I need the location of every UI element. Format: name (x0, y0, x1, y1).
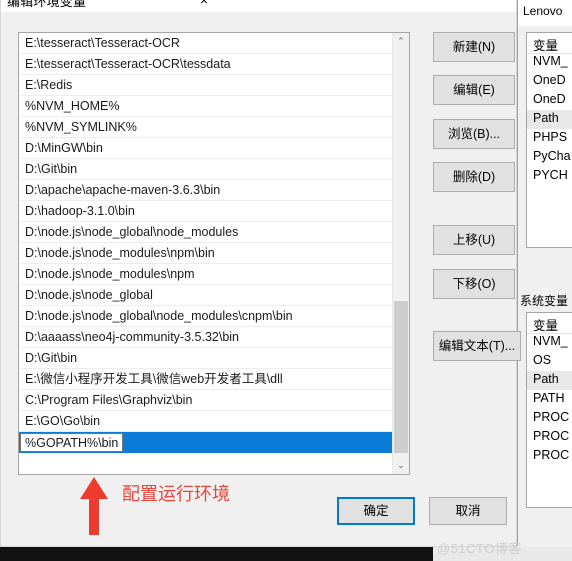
edit-button[interactable]: 编辑(E) (433, 75, 515, 105)
variable-name: PYCH (533, 168, 568, 182)
variable-name: Path (533, 111, 559, 125)
variable-name: NVM_ (533, 334, 568, 348)
list-item[interactable]: C:\Program Files\Graphviz\bin (19, 390, 393, 411)
move-up-button[interactable]: 上移(U) (433, 225, 515, 255)
list-item[interactable]: D:\Git\bin (19, 348, 393, 369)
list-item[interactable]: %NVM_HOME% (19, 96, 393, 117)
list-item[interactable]: E:\tesseract\Tesseract-OCR (19, 33, 393, 54)
variable-name: PHPS (533, 130, 568, 144)
variable-row[interactable]: PyCha (527, 148, 572, 167)
list-item[interactable]: D:\MinGW\bin (19, 138, 393, 159)
list-item[interactable]: D:\apache\apache-maven-3.6.3\bin (19, 180, 393, 201)
bottom-black-bar (0, 547, 433, 561)
variable-row[interactable]: PHPS (527, 129, 572, 148)
variable-row[interactable]: PROC (527, 428, 572, 447)
list-item[interactable]: D:\node.js\node_global\node_modules\cnpm… (19, 306, 393, 327)
variable-row[interactable]: NVM_ (527, 333, 572, 352)
variable-row[interactable]: Path (527, 110, 572, 129)
list-item[interactable]: D:\Git\bin (19, 159, 393, 180)
background-window-title: Lenovo (523, 4, 563, 18)
list-item[interactable]: %NVM_SYMLINK% (19, 117, 393, 138)
variable-name: OS (533, 353, 552, 367)
ok-button[interactable]: 确定 (337, 497, 415, 525)
list-item[interactable]: D:\node.js\node_modules\npm\bin (19, 243, 393, 264)
close-icon[interactable]: × (192, 0, 216, 10)
variable-row[interactable]: OneD (527, 72, 572, 91)
variable-row[interactable]: PROC (527, 409, 572, 428)
annotation-arrow-icon (80, 477, 108, 535)
list-item[interactable]: E:\Redis (19, 75, 393, 96)
edit-text-button[interactable]: 编辑文本(T)... (433, 331, 521, 361)
dialog-titlebar[interactable]: 编辑环境变量 × (1, 0, 516, 12)
scroll-up-icon[interactable]: ⌃ (393, 33, 409, 50)
annotation-text: 配置运行环境 (122, 484, 230, 505)
list-item[interactable]: E:\GO\Go\bin (19, 411, 393, 432)
background-window: Lenovo 变量 NVM_ OneD OneD Path PHPS PyCha PYCH … (517, 0, 572, 547)
scrollbar-thumb[interactable] (394, 301, 408, 453)
watermark-label: @51CTO博客 (437, 541, 522, 556)
list-item[interactable]: D:\aaaass\neo4j-community-3.5.32\bin (19, 327, 393, 348)
cancel-button[interactable]: 取消 (429, 497, 507, 525)
list-item[interactable]: D:\node.js\node_global\node_modules (19, 222, 393, 243)
path-entries-listbox[interactable]: E:\tesseract\Tesseract-OCR E:\tesseract\T… (18, 32, 410, 475)
new-button[interactable]: 新建(N) (433, 32, 515, 62)
dialog-title: 编辑环境变量 (7, 0, 87, 9)
browse-button[interactable]: 浏览(B)... (433, 119, 515, 149)
variable-name: OneD (533, 73, 566, 87)
variable-row[interactable]: PYCH (527, 167, 572, 186)
variable-name: PROC (533, 448, 570, 462)
variable-name: PROC (533, 429, 570, 443)
move-down-button[interactable]: 下移(O) (433, 269, 515, 299)
variable-name: PROC (533, 410, 570, 424)
variable-row[interactable]: Path (527, 371, 572, 390)
list-item[interactable]: E:\tesseract\Tesseract-OCR\tessdata (19, 54, 393, 75)
system-variables-list[interactable]: 变量 NVM_ OS Path PATH PROC PROC PROC (526, 312, 572, 508)
variable-name: PATH (533, 391, 565, 405)
variable-name: NVM_ (533, 54, 568, 68)
list-item[interactable]: E:\微信小程序开发工具\微信web开发者工具\dll (19, 369, 393, 390)
variable-name: OneD (533, 92, 566, 106)
edit-environment-variable-dialog: 编辑环境变量 × E:\tesseract\Tesseract-OCR E:\te… (0, 0, 521, 547)
list-item-selected[interactable]: %GOPATH%\bin (19, 432, 393, 453)
listbox-scrollbar[interactable]: ⌃ ⌄ (392, 33, 409, 474)
list-item[interactable]: D:\hadoop-3.1.0\bin (19, 201, 393, 222)
user-variables-column-header: 变量 (527, 33, 572, 54)
system-variables-column-header: 变量 (527, 313, 572, 334)
list-item[interactable]: D:\node.js\node_global (19, 285, 393, 306)
user-variables-list[interactable]: 变量 NVM_ OneD OneD Path PHPS PyCha PYCH (526, 32, 572, 248)
path-edit-input[interactable]: %GOPATH%\bin (20, 433, 124, 452)
variable-row[interactable]: NVM_ (527, 53, 572, 72)
path-entries-rows: E:\tesseract\Tesseract-OCR E:\tesseract\T… (19, 33, 393, 474)
variable-name: PyCha (533, 149, 571, 163)
system-variables-label: 系统变量 (520, 294, 569, 308)
variable-row[interactable]: PATH (527, 390, 572, 409)
background-window-titlebar: Lenovo (518, 0, 572, 26)
scroll-down-icon[interactable]: ⌄ (393, 457, 409, 474)
list-item[interactable]: D:\node.js\node_modules\npm (19, 264, 393, 285)
variable-name: Path (533, 372, 559, 386)
variable-row[interactable]: OneD (527, 91, 572, 110)
variable-row[interactable]: PROC (527, 447, 572, 466)
variable-row[interactable]: OS (527, 352, 572, 371)
delete-button[interactable]: 删除(D) (433, 162, 515, 192)
